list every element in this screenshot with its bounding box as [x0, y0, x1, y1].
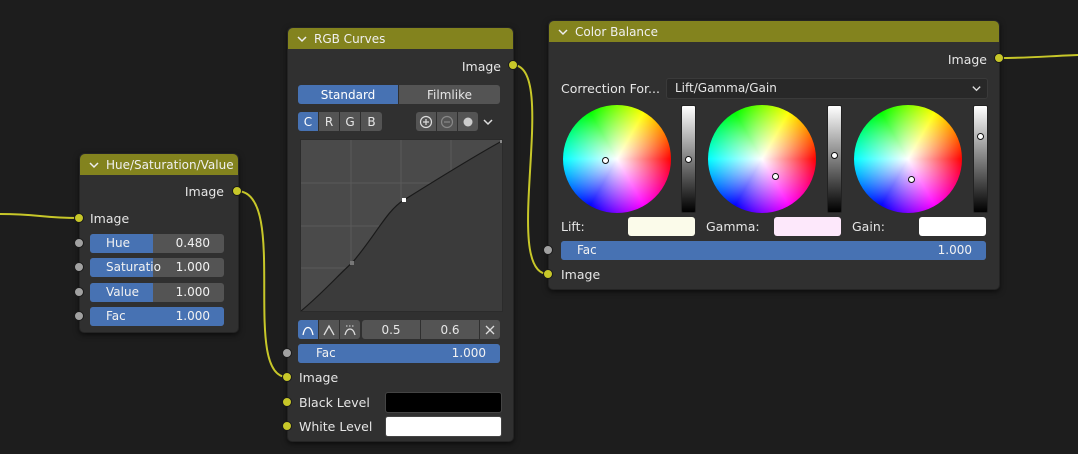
gain-color-wheel[interactable]	[854, 105, 962, 213]
gain-value-handle[interactable]	[977, 133, 984, 140]
saturation-field-label: Saturatio	[106, 260, 161, 274]
hsv-fac-label: Fac	[106, 309, 126, 323]
hsv-node-header[interactable]: Hue/Saturation/Value	[80, 154, 238, 175]
gain-label: Gain:	[852, 219, 885, 234]
white-level-swatch[interactable]	[385, 416, 502, 437]
value-socket[interactable]	[74, 287, 84, 297]
white-level-label: White Level	[299, 419, 373, 434]
balance-fac-field[interactable]: Fac 1.000	[561, 241, 986, 260]
correction-for-label: Correction For...	[561, 81, 660, 96]
curves-fac-value: 1.000	[451, 346, 486, 360]
channel-r-button[interactable]: R	[319, 112, 339, 131]
wire-hsv-to-curves	[236, 190, 288, 378]
lift-color-swatch[interactable]	[628, 217, 695, 236]
gamma-color-wheel[interactable]	[708, 105, 816, 213]
gamma-value-handle[interactable]	[831, 152, 838, 159]
black-level-socket[interactable]	[282, 397, 292, 407]
handle-auto-icon[interactable]	[298, 320, 318, 339]
balance-node-title: Color Balance	[575, 24, 659, 39]
balance-output-label: Image	[947, 52, 987, 67]
handle-vector-icon[interactable]	[319, 320, 339, 339]
rgb-curves-node[interactable]: RGB Curves Image Standard Filmlike C R G…	[287, 27, 514, 442]
chevron-down-icon[interactable]	[296, 33, 308, 45]
saturation-field[interactable]: Saturatio 1.000	[90, 258, 224, 277]
gain-wheel-cursor[interactable]	[908, 176, 915, 183]
saturation-socket[interactable]	[74, 262, 84, 272]
hsv-input-socket[interactable]	[74, 213, 84, 223]
correction-dropdown[interactable]: Lift/Gamma/Gain	[666, 78, 988, 99]
zoom-out-icon[interactable]	[437, 112, 457, 131]
curves-fac-field[interactable]: Fac 1.000	[298, 344, 500, 363]
handle-auto-clamped-icon[interactable]	[340, 320, 360, 339]
hue-field-value: 0.480	[175, 236, 210, 250]
channel-c-button[interactable]: C	[298, 112, 318, 131]
white-level-socket[interactable]	[282, 421, 292, 431]
lift-value-slider[interactable]	[681, 105, 696, 213]
balance-node-header[interactable]: Color Balance	[549, 21, 999, 42]
delete-point-icon[interactable]	[480, 320, 500, 339]
hue-field-label: Hue	[106, 236, 131, 250]
curves-node-title: RGB Curves	[314, 31, 386, 46]
hsv-fac-value: 1.000	[175, 309, 210, 323]
channel-b-button[interactable]: B	[361, 112, 382, 131]
wire-curves-to-balance	[512, 64, 549, 275]
wire-input-to-hsv	[0, 213, 80, 219]
hsv-fac-socket[interactable]	[74, 311, 84, 321]
hsv-node[interactable]: Hue/Saturation/Value Image Image Hue 0.4…	[79, 153, 239, 333]
curves-node-header[interactable]: RGB Curves	[288, 28, 513, 49]
curves-fac-socket[interactable]	[282, 348, 292, 358]
chevron-down-icon	[972, 86, 981, 92]
curves-output-label: Image	[461, 59, 501, 74]
curves-fac-label: Fac	[316, 346, 336, 360]
saturation-field-value: 1.000	[175, 260, 210, 274]
hsv-input-label: Image	[90, 211, 130, 226]
clip-options-icon[interactable]	[458, 112, 478, 131]
gamma-wheel-cursor[interactable]	[772, 173, 779, 180]
hue-socket[interactable]	[74, 238, 84, 248]
balance-fac-socket[interactable]	[543, 245, 553, 255]
value-field-value: 1.000	[175, 285, 210, 299]
handle-x-field[interactable]: 0.5	[362, 320, 420, 339]
lift-label: Lift:	[561, 219, 585, 234]
gain-value-slider[interactable]	[973, 105, 988, 213]
curves-input-label: Image	[299, 370, 339, 385]
wire-balance-to-output	[998, 54, 1078, 59]
lift-wheel-cursor[interactable]	[602, 157, 609, 164]
curve-menu-chevron-icon[interactable]	[482, 116, 496, 128]
channel-g-button[interactable]: G	[340, 112, 360, 131]
correction-dropdown-value: Lift/Gamma/Gain	[675, 81, 777, 95]
hsv-node-title: Hue/Saturation/Value	[106, 157, 234, 172]
balance-output-socket[interactable]	[994, 53, 1004, 63]
value-field-label: Value	[106, 285, 139, 299]
chevron-down-icon[interactable]	[88, 159, 100, 171]
curves-output-socket[interactable]	[508, 60, 518, 70]
hsv-output-label: Image	[184, 184, 224, 199]
curves-input-socket[interactable]	[282, 372, 292, 382]
curve-graph-svg	[300, 140, 503, 312]
curve-graph[interactable]	[300, 139, 503, 312]
hsv-output-socket[interactable]	[232, 186, 242, 196]
balance-input-socket[interactable]	[543, 269, 553, 279]
balance-fac-label: Fac	[577, 243, 597, 257]
tab-filmlike[interactable]: Filmlike	[399, 85, 500, 104]
balance-fac-value: 1.000	[937, 243, 972, 257]
gamma-label: Gamma:	[706, 219, 760, 234]
tab-standard[interactable]: Standard	[298, 85, 398, 104]
lift-color-wheel[interactable]	[563, 105, 671, 213]
balance-input-label: Image	[561, 267, 601, 282]
black-level-swatch[interactable]	[385, 392, 502, 413]
gain-color-swatch[interactable]	[919, 217, 986, 236]
handle-y-field[interactable]: 0.6	[421, 320, 479, 339]
hue-field[interactable]: Hue 0.480	[90, 234, 224, 253]
hsv-fac-field[interactable]: Fac 1.000	[90, 307, 224, 326]
value-field[interactable]: Value 1.000	[90, 283, 224, 302]
chevron-down-icon[interactable]	[557, 26, 569, 38]
gamma-color-swatch[interactable]	[774, 217, 841, 236]
gamma-value-slider[interactable]	[827, 105, 842, 213]
zoom-in-icon[interactable]	[416, 112, 436, 131]
color-balance-node[interactable]: Color Balance Image Correction For... Li…	[548, 20, 1000, 290]
lift-value-handle[interactable]	[685, 156, 692, 163]
black-level-label: Black Level	[299, 395, 370, 410]
